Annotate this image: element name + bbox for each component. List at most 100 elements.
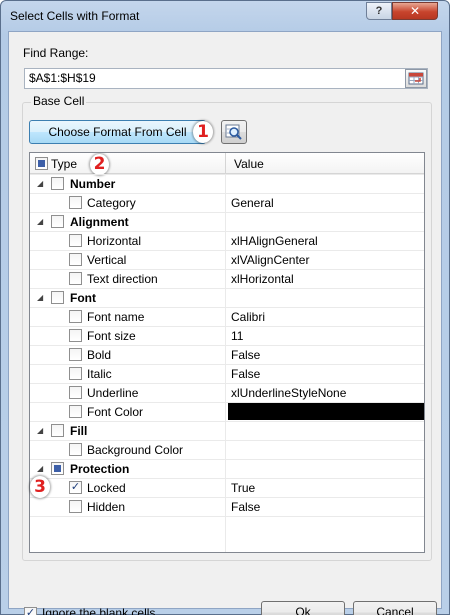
tree-item-row[interactable]: Font name Calibri (30, 307, 424, 326)
item-checkbox[interactable] (69, 500, 82, 513)
row-gridline (30, 497, 424, 498)
title-bar[interactable]: Select Cells with Format ? ✕ (1, 1, 449, 31)
format-picker-button[interactable] (221, 120, 247, 144)
tree-item-row[interactable]: Font Color (30, 402, 424, 421)
row-gridline (30, 212, 424, 213)
range-select-icon (408, 72, 424, 85)
item-label: Underline (87, 386, 139, 400)
tree-group-row[interactable]: ◢ Alignment (30, 212, 424, 231)
checkmark-icon: ✓ (25, 607, 36, 615)
window-title: Select Cells with Format (10, 9, 140, 23)
tree-item-row[interactable]: Vertical xlVAlignCenter (30, 250, 424, 269)
item-value: xlHAlignGeneral (231, 234, 318, 248)
magnifier-icon (225, 124, 242, 140)
item-label: Hidden (87, 500, 126, 514)
tree-item-row[interactable]: Horizontal xlHAlignGeneral (30, 231, 424, 250)
group-checkbox[interactable] (51, 462, 64, 475)
dialog-body: Find Range: $A$1:$H$19 Base Cell Choose … (8, 31, 442, 615)
item-label: Category (87, 196, 136, 210)
row-gridline (30, 402, 424, 403)
group-label: Protection (70, 462, 130, 476)
item-value: True (231, 481, 256, 495)
choose-format-button[interactable]: Choose Format From Cell (29, 120, 206, 144)
item-checkbox[interactable] (69, 234, 82, 247)
row-gridline (30, 421, 424, 422)
group-label: Alignment (70, 215, 129, 229)
tree-item-row[interactable]: Font size 11 (30, 326, 424, 345)
tree-item-row[interactable]: Hidden False (30, 497, 424, 516)
range-select-button[interactable] (405, 69, 427, 88)
collapse-arrow-icon[interactable]: ◢ (37, 293, 43, 302)
value-column-header[interactable]: Value (234, 157, 264, 171)
row-gridline (30, 478, 424, 479)
item-checkbox[interactable] (69, 329, 82, 342)
item-value: General (231, 196, 274, 210)
tree-group-row[interactable]: ◢ Protection (30, 459, 424, 478)
find-range-input[interactable]: $A$1:$H$19 (24, 68, 428, 89)
row-gridline (30, 288, 424, 289)
collapse-arrow-icon[interactable]: ◢ (37, 464, 43, 473)
collapse-arrow-icon[interactable]: ◢ (37, 179, 43, 188)
group-label: Number (70, 177, 116, 191)
item-checkbox[interactable]: ✓ (69, 481, 82, 494)
tree-group-row[interactable]: ◢ Fill (30, 421, 424, 440)
group-checkbox[interactable] (51, 291, 64, 304)
row-gridline (30, 174, 424, 175)
row-gridline (30, 516, 424, 517)
group-checkbox[interactable] (51, 177, 64, 190)
item-checkbox[interactable] (69, 367, 82, 380)
item-checkbox[interactable] (69, 405, 82, 418)
item-checkbox[interactable] (69, 196, 82, 209)
select-all-checkbox[interactable] (35, 157, 48, 170)
row-gridline (30, 193, 424, 194)
item-value: False (231, 500, 261, 514)
tree-item-row[interactable]: Category General (30, 193, 424, 212)
tree-item-row[interactable]: ✓ Locked True (30, 478, 424, 497)
collapse-arrow-icon[interactable]: ◢ (37, 426, 43, 435)
group-checkbox[interactable] (51, 215, 64, 228)
tree-item-row[interactable]: Background Color (30, 440, 424, 459)
tree-item-row[interactable]: Italic False (30, 364, 424, 383)
tree-item-row[interactable]: Bold False (30, 345, 424, 364)
item-checkbox[interactable] (69, 386, 82, 399)
format-tree[interactable]: Type Value 2 ◢ Number Category General ◢ Alig… (29, 152, 425, 553)
row-gridline (30, 231, 424, 232)
tree-item-row[interactable]: Underline xlUnderlineStyleNone (30, 383, 424, 402)
item-label: Vertical (87, 253, 127, 267)
item-value: False (231, 367, 261, 381)
callout-3: 3 (30, 476, 50, 498)
item-value: 11 (231, 329, 244, 343)
item-value: xlHorizontal (231, 272, 294, 286)
item-checkbox[interactable] (69, 310, 82, 323)
row-gridline (30, 250, 424, 251)
group-checkbox[interactable] (51, 424, 64, 437)
ok-button[interactable]: Ok (261, 601, 345, 615)
item-label: Italic (87, 367, 112, 381)
item-value: xlVAlignCenter (231, 253, 310, 267)
item-checkbox[interactable] (69, 272, 82, 285)
row-gridline (30, 345, 424, 346)
tree-group-row[interactable]: ◢ Font (30, 288, 424, 307)
tree-item-row[interactable]: Text direction xlHorizontal (30, 269, 424, 288)
group-label: Fill (70, 424, 88, 438)
header-separator (225, 153, 226, 173)
row-gridline (30, 307, 424, 308)
item-checkbox[interactable] (69, 443, 82, 456)
row-gridline (30, 383, 424, 384)
cancel-button[interactable]: Cancel (353, 601, 437, 615)
item-label: Background Color (87, 443, 184, 457)
close-button[interactable]: ✕ (392, 2, 438, 20)
item-checkbox[interactable] (69, 348, 82, 361)
item-value: False (231, 348, 261, 362)
row-gridline (30, 269, 424, 270)
group-label: Font (70, 291, 96, 305)
item-label: Text direction (87, 272, 158, 286)
ignore-blank-label: Ignore the blank cells (42, 606, 156, 615)
tree-group-row[interactable]: ◢ Number (30, 174, 424, 193)
find-range-label: Find Range: (23, 46, 89, 60)
collapse-arrow-icon[interactable]: ◢ (37, 217, 43, 226)
type-column-header[interactable]: Type (51, 157, 77, 171)
help-button[interactable]: ? (366, 2, 392, 20)
item-checkbox[interactable] (69, 253, 82, 266)
ignore-blank-checkbox[interactable]: ✓ (24, 607, 37, 615)
